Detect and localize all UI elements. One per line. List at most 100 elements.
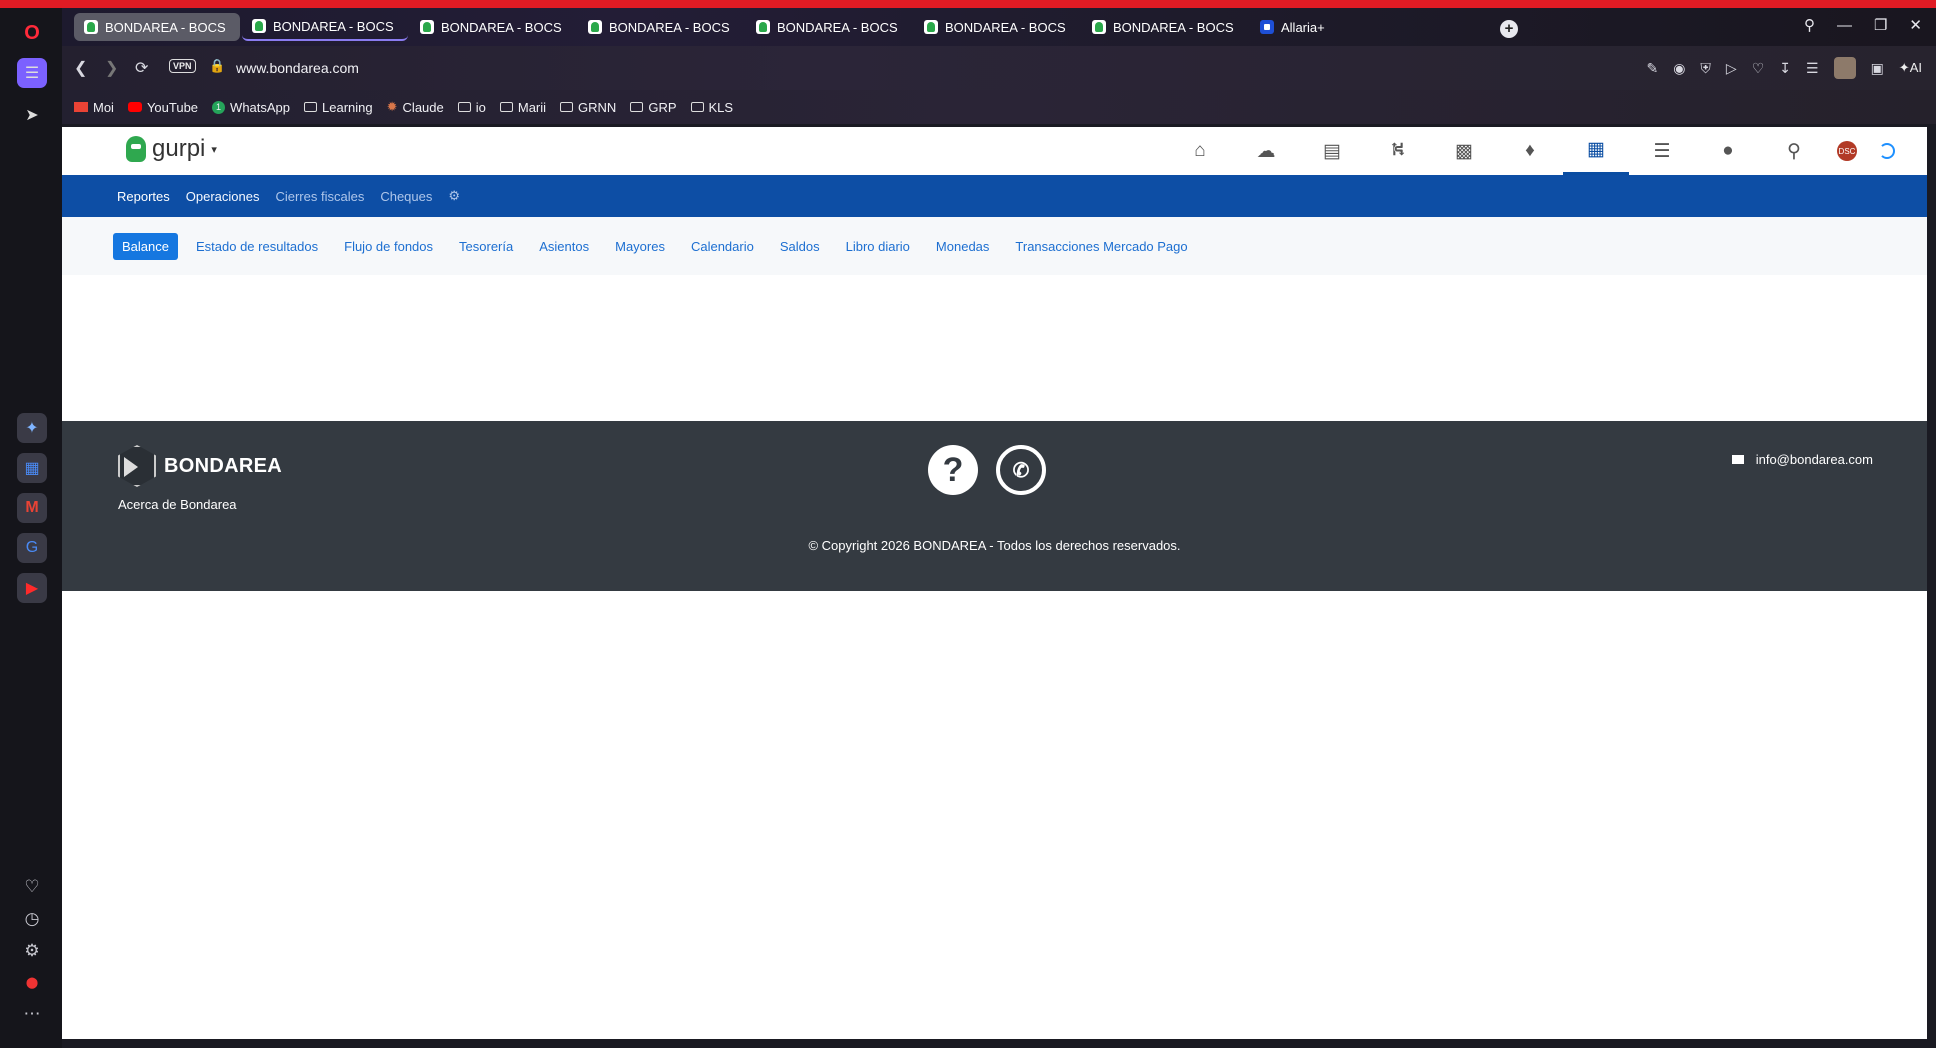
send-icon[interactable]: ▷ (1726, 60, 1737, 77)
browser-tab[interactable]: BONDAREA - BOCS (74, 13, 240, 41)
tab-title: Allaria+ (1281, 19, 1325, 35)
gmail-app-icon[interactable]: M (17, 493, 47, 523)
tab-title: BONDAREA - BOCS (1113, 19, 1234, 35)
cube-icon[interactable]: ▣ (1871, 60, 1884, 77)
minimize-icon[interactable]: — (1837, 17, 1852, 34)
subnav-calendario[interactable]: Calendario (681, 234, 764, 259)
bookmark-item[interactable]: GRNN (560, 100, 616, 115)
help-question-icon[interactable]: ? (928, 445, 978, 495)
profile-avatar[interactable] (1833, 57, 1856, 79)
opera-logo-icon[interactable]: O (17, 18, 47, 48)
subnav-libro-diario[interactable]: Libro diario (836, 234, 920, 259)
heart-icon[interactable]: ♡ (20, 875, 44, 899)
subnav-saldos[interactable]: Saldos (770, 234, 830, 259)
app-logo[interactable]: gurpi ▾ (126, 135, 217, 163)
vpn-badge[interactable]: VPN (169, 59, 196, 73)
bookmark-item[interactable]: KLS (690, 100, 733, 115)
chart-icon[interactable]: ▤ (1299, 127, 1365, 175)
camera-icon[interactable]: ◉ (1673, 60, 1685, 77)
footer-brand[interactable]: BONDAREA (118, 445, 282, 487)
subnav-monedas[interactable]: Monedas (926, 234, 999, 259)
subnav-tesoreria[interactable]: Tesorería (449, 234, 523, 259)
close-window-icon[interactable]: ✕ (1909, 16, 1922, 34)
rocket-icon[interactable]: ➤ (17, 100, 47, 130)
subnav-mayores[interactable]: Mayores (605, 234, 675, 259)
whatsapp-icon[interactable]: ✆ (996, 445, 1046, 495)
page-footer: BONDAREA Acerca de Bondarea ? ✆ info@bon… (62, 421, 1927, 591)
app-header: gurpi ▾ ⌂ ☁ ▤ ⛕ ▩ ♦ ▦ ☰ ● ⚲ DSC (62, 127, 1927, 175)
ai-button[interactable]: ✦AI (1899, 60, 1922, 76)
history-icon[interactable]: ◷ (20, 907, 44, 931)
download-icon[interactable]: ↧ (1779, 60, 1791, 77)
heart-icon[interactable]: ♡ (1752, 60, 1765, 77)
browser-tab[interactable]: BONDAREA - BOCS (410, 13, 576, 41)
main-nav-cheques[interactable]: Cheques (380, 189, 432, 204)
main-nav-cierres-fiscales[interactable]: Cierres fiscales (275, 189, 364, 204)
allaria-favicon-icon (1260, 20, 1274, 34)
browser-tab[interactable]: Allaria+ (1250, 13, 1416, 41)
settings-icon[interactable]: ⚙ (20, 939, 44, 963)
search-icon[interactable]: ⚲ (1761, 127, 1827, 175)
shield-icon[interactable]: ⛨ (1700, 60, 1711, 77)
chat-icon[interactable]: ☁ (1233, 127, 1299, 175)
bookmark-item[interactable]: io (457, 100, 486, 115)
bookmark-item[interactable]: YouTube (127, 100, 198, 115)
user-avatar-badge: DSC (1837, 141, 1857, 161)
logo-text: gurpi (152, 135, 206, 162)
tab-search-icon[interactable]: ⚲ (1804, 16, 1815, 34)
bookmark-item[interactable]: Moi (74, 100, 114, 115)
home-icon[interactable]: ⌂ (1167, 127, 1233, 175)
tab-title: BONDAREA - BOCS (273, 18, 394, 34)
subnav-flujo-de-fondos[interactable]: Flujo de fondos (334, 234, 443, 259)
bookmark-item[interactable]: Learning (304, 100, 373, 115)
subnav-balance[interactable]: Balance (113, 232, 178, 260)
bookmark-item[interactable]: Marii (499, 99, 547, 115)
user-badge-container[interactable]: DSC (1827, 127, 1867, 175)
ublock-icon[interactable]: ⬤ (20, 970, 44, 994)
browser-tab[interactable]: BONDAREA - BOCS (1082, 13, 1248, 41)
cart-icon[interactable]: ⛕ (1365, 127, 1431, 175)
gear-icon[interactable]: ⚙ (448, 188, 460, 204)
lock-icon[interactable]: 🔒 (209, 58, 225, 74)
tab-title: BONDAREA - BOCS (105, 19, 226, 35)
whatsapp-icon: 1 (212, 100, 226, 114)
subnav-estado-de-resultados[interactable]: Estado de resultados (186, 234, 328, 259)
bookmark-item[interactable]: 1 WhatsApp (212, 100, 290, 115)
browser-tab[interactable]: BONDAREA - BOCS (242, 13, 408, 41)
main-nav-operaciones[interactable]: Operaciones (186, 189, 260, 204)
bookmark-item[interactable]: ✹ Claude (387, 99, 444, 115)
edit-icon[interactable]: ✎ (1646, 60, 1658, 77)
browser-tab[interactable]: BONDAREA - BOCS (578, 13, 744, 41)
restore-icon[interactable]: ❐ (1874, 16, 1887, 34)
user-icon[interactable]: ● (1695, 127, 1761, 175)
tab-list-icon[interactable]: ☰ (17, 58, 47, 88)
id-card-icon[interactable]: ▩ (1431, 127, 1497, 175)
main-nav-reportes[interactable]: Reportes (117, 189, 170, 204)
gemini-icon[interactable]: ✦ (17, 413, 47, 443)
url-field[interactable]: www.bondarea.com (236, 60, 359, 76)
about-link[interactable]: Acerca de Bondarea (118, 497, 237, 512)
calculator-icon[interactable]: ▦ (1563, 127, 1629, 175)
tasks-icon[interactable]: ☰ (1629, 127, 1695, 175)
subnav-transacciones-mercado-pago[interactable]: Transacciones Mercado Pago (1005, 234, 1197, 259)
youtube-app-icon[interactable]: ▶ (17, 573, 47, 603)
more-icon[interactable]: ⋯ (20, 1002, 44, 1026)
back-icon[interactable]: ❮ (74, 58, 87, 78)
footer-email[interactable]: info@bondarea.com (1731, 452, 1873, 467)
translate-icon[interactable]: G (17, 533, 47, 563)
tag-icon[interactable]: ♦ (1497, 127, 1563, 175)
forward-icon[interactable]: ❯ (105, 58, 118, 78)
bondarea-favicon-icon (84, 20, 98, 34)
bookmark-item[interactable]: GRP (630, 100, 677, 115)
email-text: info@bondarea.com (1755, 452, 1873, 467)
subnav-asientos[interactable]: Asientos (529, 234, 599, 259)
browser-tab[interactable]: BONDAREA - BOCS (746, 13, 912, 41)
menu-icon[interactable]: ☰ (1806, 60, 1819, 77)
tab-bar: BONDAREA - BOCS BONDAREA - BOCS BONDAREA… (62, 8, 1936, 46)
browser-tab[interactable]: BONDAREA - BOCS (914, 13, 1080, 41)
new-tab-plus-icon[interactable]: + (1500, 20, 1518, 38)
bookmarks-bar: Moi YouTube 1 WhatsApp Learning ✹ Claude… (62, 90, 1936, 124)
calendar-icon[interactable]: ▦ (17, 453, 47, 483)
bookmark-label: Marii (517, 99, 547, 115)
reload-icon[interactable]: ⟳ (135, 58, 148, 78)
